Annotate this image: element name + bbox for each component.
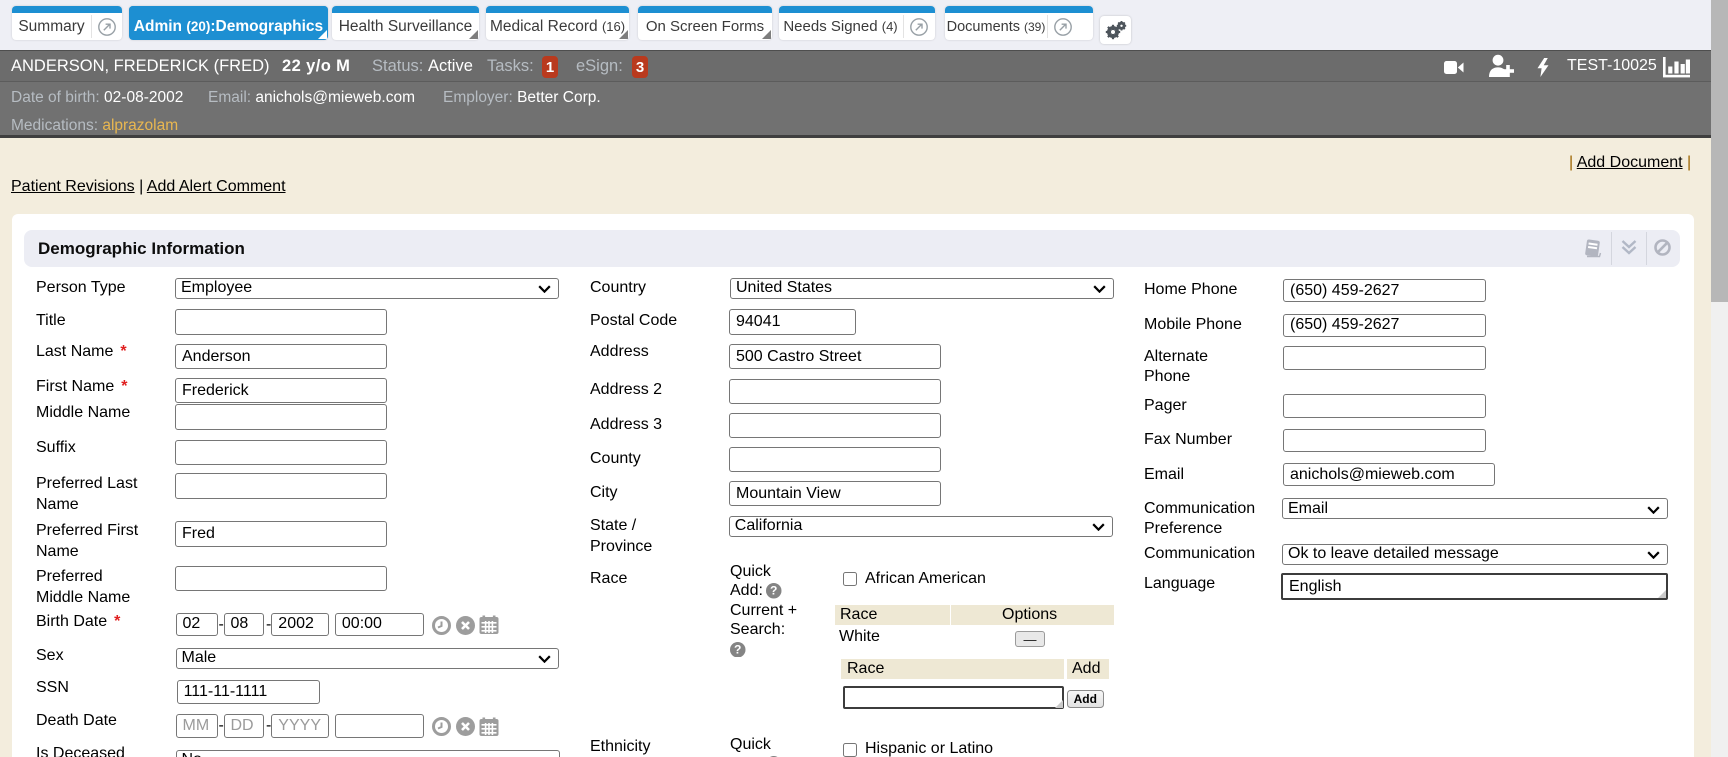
svg-text:?: ? (734, 642, 741, 656)
svg-text:?: ? (770, 584, 777, 598)
